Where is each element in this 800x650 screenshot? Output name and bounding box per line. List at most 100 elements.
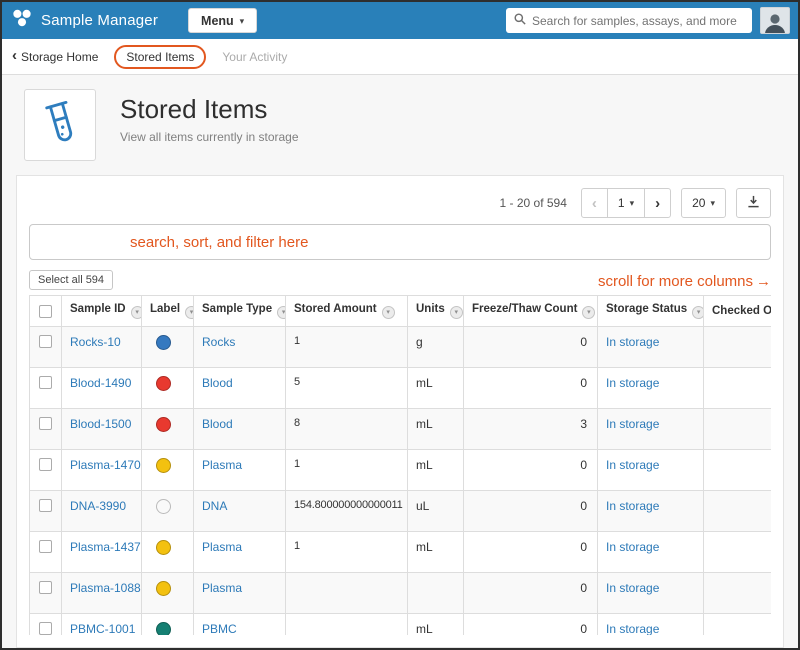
sample-type-link[interactable]: Plasma: [202, 540, 242, 554]
storage-status-link[interactable]: In storage: [606, 335, 659, 349]
row-checkbox[interactable]: [39, 458, 52, 471]
sample-type-link[interactable]: PBMC: [202, 622, 237, 635]
sample-type-link[interactable]: DNA: [202, 499, 227, 513]
freeze-thaw-cell: 0: [464, 450, 598, 491]
column-header-stored-amount[interactable]: Stored Amount: [286, 296, 408, 327]
table-header-row: Sample ID Label Sample Type Stored Amoun…: [30, 296, 772, 327]
sample-type-link[interactable]: Rocks: [202, 335, 235, 349]
sample-id-link[interactable]: DNA-3990: [70, 499, 126, 513]
storage-status-link[interactable]: In storage: [606, 376, 659, 390]
column-menu-icon[interactable]: [185, 306, 193, 319]
page-title-block: Stored Items View all items currently in…: [120, 89, 299, 144]
sample-id-link[interactable]: Rocks-10: [70, 335, 121, 349]
sample-type-link[interactable]: Plasma: [202, 581, 242, 595]
column-menu-icon[interactable]: [277, 306, 285, 319]
column-header-sample-id[interactable]: Sample ID: [62, 296, 142, 327]
units-cell: mL: [408, 450, 464, 491]
freeze-thaw-cell: 0: [464, 614, 598, 636]
table-row: DNA-3990 DNA 154.800000000000011 uL 0 In…: [30, 491, 772, 532]
page-header: Stored Items View all items currently in…: [2, 75, 798, 175]
page-size-button[interactable]: 20: [681, 188, 726, 218]
color-label-dot: [156, 499, 171, 514]
sample-id-link[interactable]: Blood-1490: [70, 376, 131, 390]
storage-status-link[interactable]: In storage: [606, 417, 659, 431]
global-search[interactable]: [506, 8, 752, 33]
samples-table: Sample ID Label Sample Type Stored Amoun…: [29, 295, 771, 635]
row-checkbox[interactable]: [39, 335, 52, 348]
sample-id-link[interactable]: Plasma-1470: [70, 458, 141, 472]
checked-out-cell: [704, 409, 772, 450]
stored-amount-cell: 5: [286, 368, 408, 409]
back-storage-home-link[interactable]: Storage Home: [12, 49, 98, 64]
sample-id-link[interactable]: Plasma-1088: [70, 581, 141, 595]
column-menu-icon[interactable]: [131, 306, 142, 319]
export-button[interactable]: [736, 188, 771, 218]
color-label-dot: [156, 540, 171, 555]
row-checkbox[interactable]: [39, 581, 52, 594]
storage-status-link[interactable]: In storage: [606, 540, 659, 554]
table-row: PBMC-1001 PBMC mL 0 In storage: [30, 614, 772, 636]
grid-filter-bar[interactable]: search, sort, and filter here: [29, 224, 771, 260]
freeze-thaw-cell: 0: [464, 327, 598, 368]
sample-id-link[interactable]: PBMC-1001: [70, 622, 135, 635]
column-header-units[interactable]: Units: [408, 296, 464, 327]
page-nav-group: 1: [581, 188, 671, 218]
units-cell: mL: [408, 368, 464, 409]
next-page-button[interactable]: [644, 188, 671, 218]
checked-out-cell: [704, 614, 772, 636]
column-menu-icon[interactable]: [382, 306, 395, 319]
prev-page-button[interactable]: [581, 188, 608, 218]
sample-type-link[interactable]: Blood: [202, 376, 233, 390]
row-checkbox[interactable]: [39, 376, 52, 389]
row-checkbox[interactable]: [39, 417, 52, 430]
stored-amount-cell: 154.800000000000011: [286, 491, 408, 532]
user-avatar[interactable]: [760, 7, 790, 34]
checked-out-cell: [704, 368, 772, 409]
column-menu-icon[interactable]: [692, 306, 703, 319]
menu-button[interactable]: Menu: [188, 8, 257, 33]
chevron-down-icon: [240, 14, 245, 28]
sample-type-link[interactable]: Blood: [202, 417, 233, 431]
storage-status-link[interactable]: In storage: [606, 581, 659, 595]
table-row: Rocks-10 Rocks 1 g 0 In storage: [30, 327, 772, 368]
row-checkbox[interactable]: [39, 540, 52, 553]
column-header-checked-out[interactable]: Checked Ou: [704, 296, 772, 327]
storage-status-link[interactable]: In storage: [606, 499, 659, 513]
download-icon: [747, 195, 760, 211]
column-header-label[interactable]: Label: [142, 296, 194, 327]
column-header-storage-status[interactable]: Storage Status: [598, 296, 704, 327]
storage-status-link[interactable]: In storage: [606, 458, 659, 472]
grid-scroll-area[interactable]: Sample ID Label Sample Type Stored Amoun…: [29, 295, 771, 635]
column-header-sample-type[interactable]: Sample Type: [194, 296, 286, 327]
sample-id-link[interactable]: Blood-1500: [70, 417, 131, 431]
sample-id-link[interactable]: Plasma-1437: [70, 540, 141, 554]
checked-out-cell: [704, 450, 772, 491]
table-row: Blood-1500 Blood 8 mL 3 In storage: [30, 409, 772, 450]
table-row: Plasma-1470 Plasma 1 mL 0 In storage: [30, 450, 772, 491]
freeze-thaw-cell: 0: [464, 368, 598, 409]
app-logo-icon: [10, 6, 34, 35]
column-header-freeze-thaw[interactable]: Freeze/Thaw Count: [464, 296, 598, 327]
page-select-button[interactable]: 1: [607, 188, 645, 218]
column-menu-icon[interactable]: [582, 306, 595, 319]
freeze-thaw-cell: 0: [464, 491, 598, 532]
row-checkbox[interactable]: [39, 622, 52, 635]
search-input[interactable]: [532, 14, 744, 28]
row-checkbox[interactable]: [39, 499, 52, 512]
storage-status-link[interactable]: In storage: [606, 622, 659, 635]
page-subtitle: View all items currently in storage: [120, 130, 299, 144]
chevron-down-icon: [630, 196, 635, 210]
pagination-range: 1 - 20 of 594: [500, 196, 567, 210]
column-menu-icon[interactable]: [450, 306, 463, 319]
select-all-checkbox[interactable]: [39, 305, 52, 318]
sample-type-link[interactable]: Plasma: [202, 458, 242, 472]
grid-panel: 1 - 20 of 594 1 20 search, sort, and fil…: [16, 175, 784, 648]
stored-amount-cell: 1: [286, 532, 408, 573]
freeze-thaw-cell: 3: [464, 409, 598, 450]
select-all-button[interactable]: Select all 594: [29, 270, 113, 290]
stored-amount-cell: 8: [286, 409, 408, 450]
tab-stored-items[interactable]: Stored Items: [114, 45, 206, 69]
stored-amount-cell: 1: [286, 327, 408, 368]
freeze-thaw-cell: 0: [464, 532, 598, 573]
tab-your-activity[interactable]: Your Activity: [222, 50, 287, 64]
